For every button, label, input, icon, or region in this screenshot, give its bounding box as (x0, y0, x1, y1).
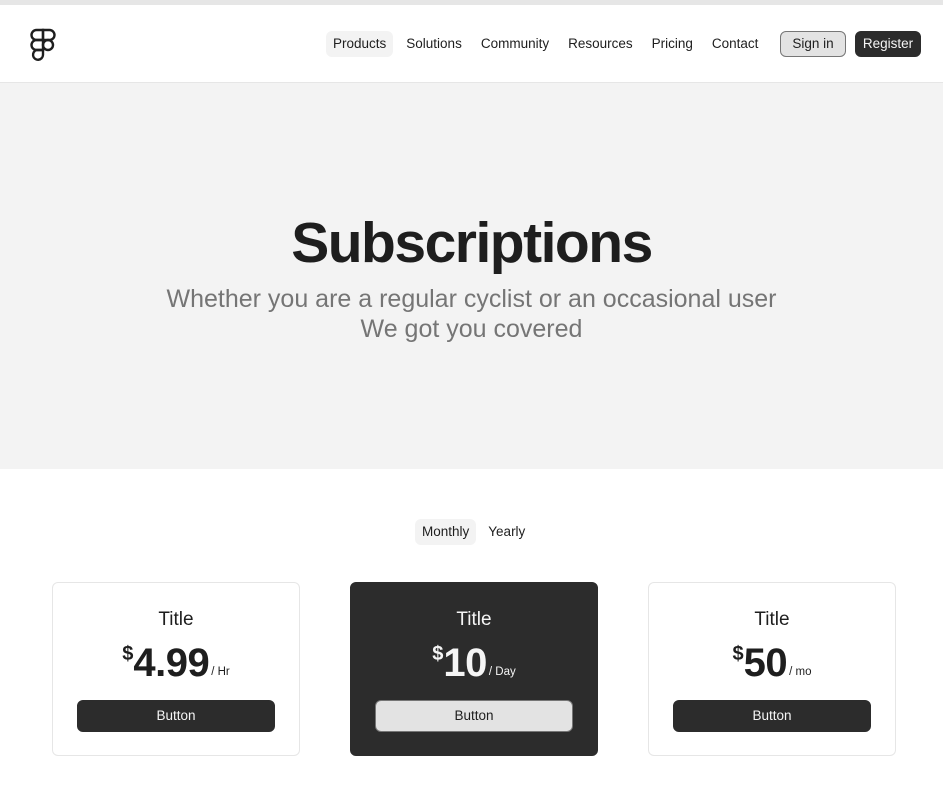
price: $ 50 / mo (649, 641, 895, 685)
price: $ 10 / Day (351, 641, 597, 685)
price-period: / Hr (211, 666, 230, 678)
plan-button[interactable]: Button (375, 700, 573, 732)
hero-section: Subscriptions Whether you are a regular … (0, 83, 943, 469)
site-header: Products Solutions Community Resources P… (0, 5, 943, 83)
card-title: Title (158, 609, 194, 630)
nav-item-community[interactable]: Community (472, 31, 558, 57)
pricing-card: Title $ 4.99 / Hr Button (52, 582, 300, 756)
hero-subtitle: Whether you are a regular cyclist or an … (0, 284, 943, 344)
price-amount: 10 (443, 641, 487, 685)
price-period: / mo (789, 666, 812, 678)
main-nav: Products Solutions Community Resources P… (326, 31, 768, 57)
nav-item-solutions[interactable]: Solutions (397, 31, 471, 57)
card-title: Title (754, 609, 790, 630)
hero-subtitle-line-1: Whether you are a regular cyclist or an … (166, 285, 777, 313)
billing-period-toggle: Monthly Yearly (415, 519, 537, 545)
price-amount: 50 (743, 641, 788, 685)
price-currency: $ (122, 643, 134, 665)
page-title: Subscriptions (291, 211, 653, 275)
nav-item-pricing[interactable]: Pricing (643, 31, 702, 57)
plan-button[interactable]: Button (673, 700, 871, 732)
figma-logo-icon[interactable] (30, 28, 56, 62)
card-title: Title (456, 609, 492, 630)
price-amount: 4.99 (133, 641, 210, 685)
pricing-card: Title $ 50 / mo Button (648, 582, 896, 756)
price-currency: $ (732, 643, 744, 665)
nav-item-contact[interactable]: Contact (703, 31, 768, 57)
sign-in-button[interactable]: Sign in (780, 31, 846, 57)
plan-button[interactable]: Button (77, 700, 275, 732)
price-currency: $ (432, 643, 444, 665)
register-button[interactable]: Register (855, 31, 921, 57)
pricing-card-featured: Title $ 10 / Day Button (350, 582, 598, 756)
price-period: / Day (488, 666, 516, 678)
nav-item-products[interactable]: Products (326, 31, 394, 57)
toggle-monthly[interactable]: Monthly (415, 519, 477, 545)
nav-item-resources[interactable]: Resources (559, 31, 642, 57)
toggle-yearly[interactable]: Yearly (481, 519, 532, 545)
hero-subtitle-line-2: We got you covered (360, 315, 583, 343)
price: $ 4.99 / Hr (53, 641, 299, 685)
